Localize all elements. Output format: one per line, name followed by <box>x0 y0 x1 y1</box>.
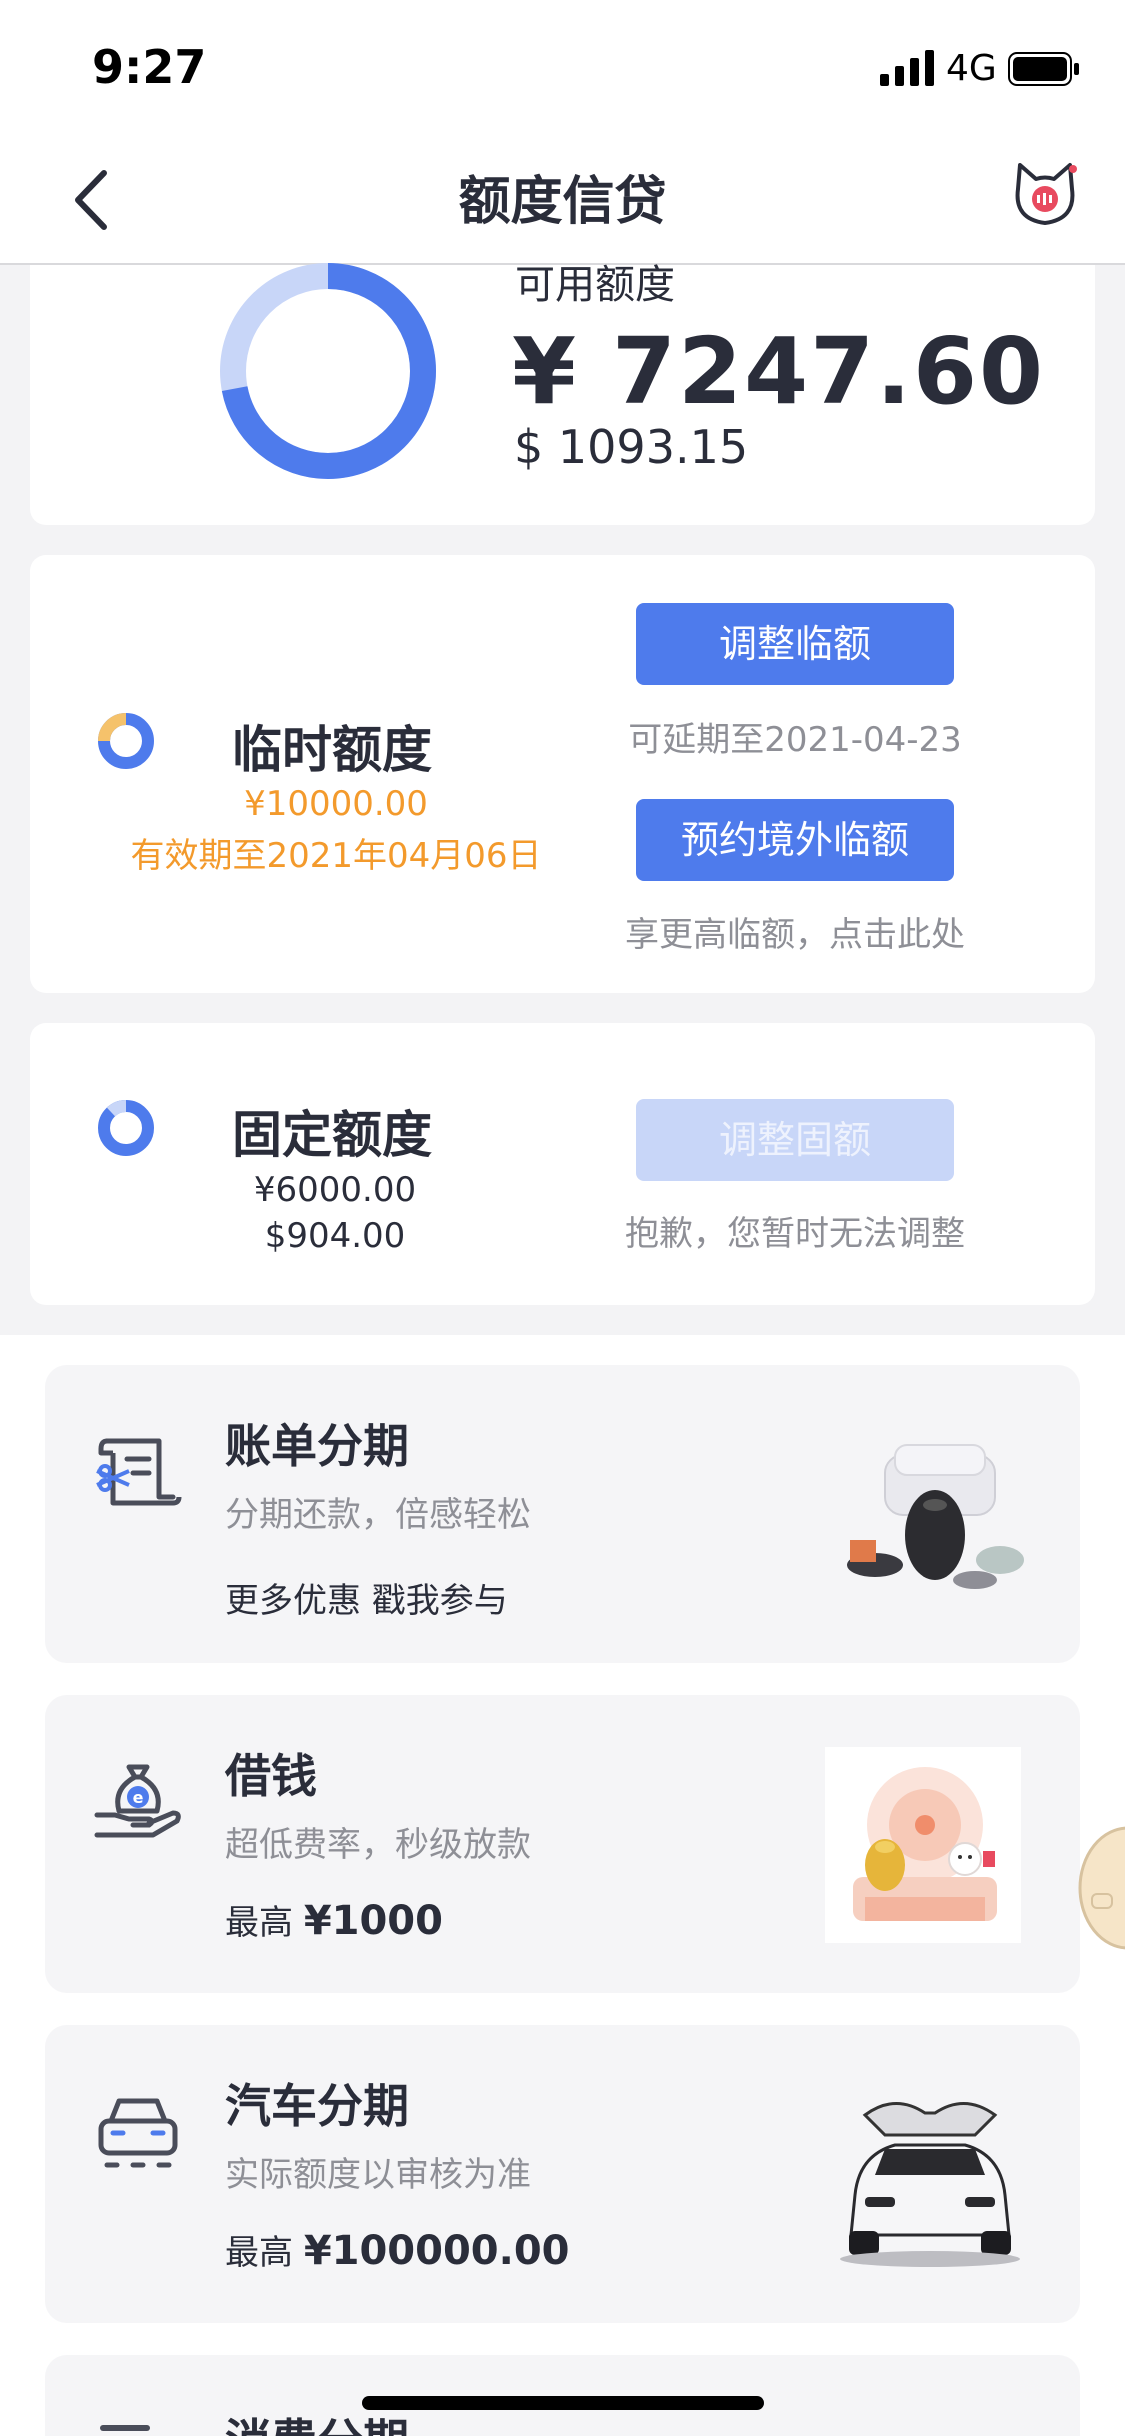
gold-safe-promo-image <box>825 1747 1021 1943</box>
battery-icon <box>1008 52 1079 86</box>
bill-installment-icon <box>96 1438 182 1506</box>
page-title: 额度信贷 <box>458 172 667 232</box>
home-indicator <box>362 2396 764 2410</box>
product-subtitle: 分期还款，倍感轻松 <box>225 1495 531 1535</box>
max-value: ¥1000 <box>303 1898 443 1944</box>
product-promo-text: 更多优惠 戳我参与 <box>225 1581 508 1621</box>
car-installment-card[interactable]: 汽车分期 实际额度以审核为准 最高 ¥100000.00 <box>45 2025 1080 2323</box>
product-max-amount: 最高 ¥1000 <box>225 1895 443 1944</box>
status-time: 9:27 <box>92 40 207 94</box>
available-credit-usd: $ 1093.15 <box>514 420 749 474</box>
reserve-overseas-credit-button[interactable]: 预约境外临额 <box>636 799 954 881</box>
adjust-fixed-hint: 抱歉，您暂时无法调整 <box>625 1214 965 1254</box>
temporary-credit-title: 临时额度 <box>232 721 432 779</box>
fixed-credit-amount-usd: $904.00 <box>264 1216 406 1256</box>
available-credit-cny: ¥ 7247.60 <box>512 318 1046 425</box>
temporary-credit-validity: 有效期至2021年04月06日 <box>130 836 542 876</box>
available-credit-ring <box>220 263 436 479</box>
fixed-credit-pie-icon <box>98 1100 154 1156</box>
signal-icon <box>880 50 934 86</box>
fixed-credit-amount-cny: ¥6000.00 <box>253 1170 417 1210</box>
adjust-temporary-credit-button[interactable]: 调整临额 <box>636 603 954 685</box>
home-goods-image <box>847 1444 1024 1589</box>
temporary-credit-amount: ¥10000.00 <box>244 784 428 824</box>
product-title: 账单分期 <box>225 1419 409 1473</box>
floating-mascot-icon[interactable] <box>1068 1818 1125 1958</box>
navigation-bar: 额度信贷 <box>0 135 1125 265</box>
adjust-fixed-credit-button[interactable]: 调整固额 <box>636 1099 954 1181</box>
adjust-temporary-hint: 可延期至2021-04-23 <box>628 720 962 760</box>
consumption-installment-icon <box>100 2425 150 2431</box>
product-title: 借钱 <box>225 1749 317 1803</box>
available-credit-label: 可用额度 <box>515 262 675 308</box>
overseas-credit-hint[interactable]: 享更高临额，点击此处 <box>590 907 1000 956</box>
car-icon <box>98 2098 178 2168</box>
network-type: 4G <box>946 48 997 89</box>
borrow-money-card[interactable]: e 借钱 超低费率，秒级放款 最高 ¥1000 <box>45 1695 1080 1993</box>
temporary-credit-pie-icon <box>98 713 154 769</box>
max-value: ¥100000.00 <box>303 2228 570 2274</box>
max-prefix: 最高 <box>225 2233 293 2273</box>
status-bar: 9:27 4G <box>0 0 1125 135</box>
white-car-image <box>840 2102 1020 2267</box>
money-bag-hand-icon: e <box>94 1764 181 1838</box>
product-max-amount: 最高 ¥100000.00 <box>225 2225 570 2274</box>
bill-installment-card[interactable]: 账单分期 分期还款，倍感轻松 更多优惠 戳我参与 <box>45 1365 1080 1663</box>
fixed-credit-title: 固定额度 <box>232 1106 432 1164</box>
product-title: 汽车分期 <box>225 2079 409 2133</box>
cat-mascot-icon[interactable] <box>1010 159 1080 229</box>
product-subtitle: 实际额度以审核为准 <box>225 2155 531 2195</box>
max-prefix: 最高 <box>225 1903 293 1943</box>
svg-text:e: e <box>133 1788 144 1807</box>
product-subtitle: 超低费率，秒级放款 <box>225 1825 531 1865</box>
